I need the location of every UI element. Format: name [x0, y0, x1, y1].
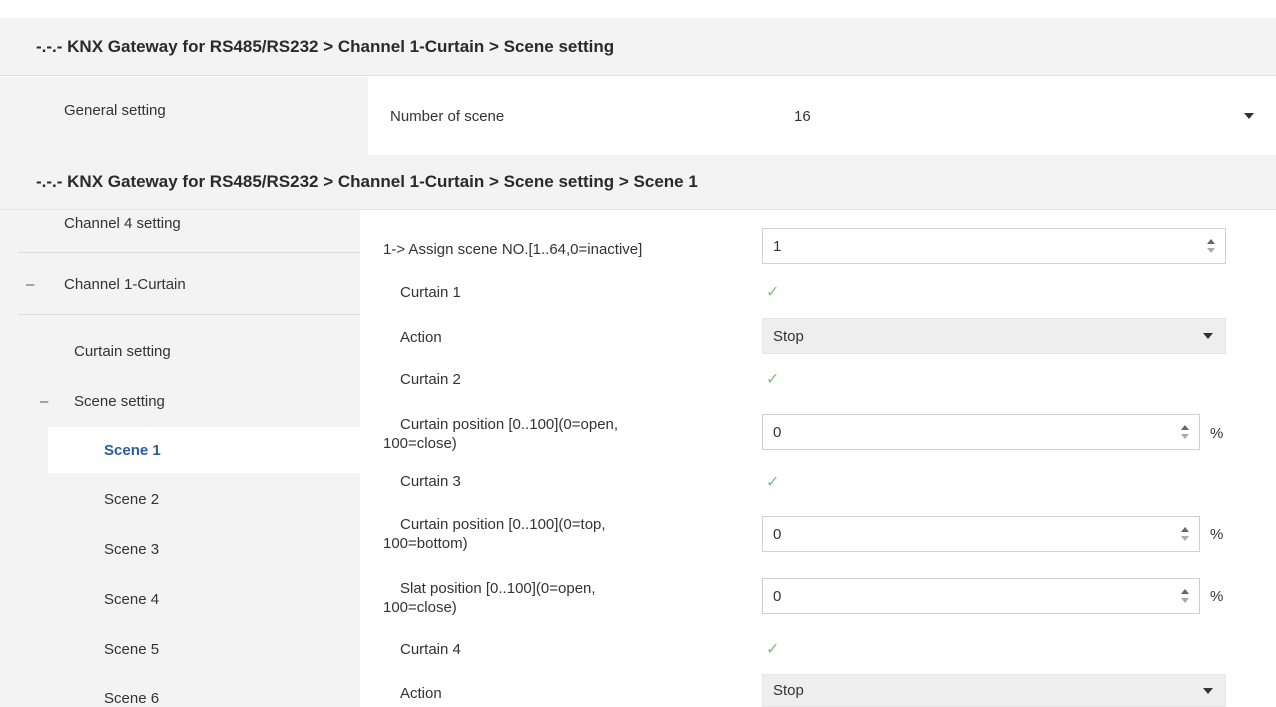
- curtain-4-label: Curtain 4: [400, 641, 461, 658]
- breadcrumb-scene-1: -.-.- KNX Gateway for RS485/RS232 > Chan…: [0, 155, 1276, 210]
- action-4-select[interactable]: Stop: [762, 674, 1226, 707]
- sidebar-item-scene-setting[interactable]: Scene setting: [74, 393, 165, 410]
- number-of-scene-value: 16: [794, 107, 811, 125]
- curtain-2-position-value: 0: [773, 423, 782, 441]
- assign-scene-value: 1: [773, 237, 782, 255]
- sidebar-item-scene-1-selected[interactable]: [48, 427, 360, 473]
- percent-unit: %: [1210, 526, 1224, 543]
- percent-unit: %: [1210, 588, 1224, 605]
- curtain-3-position-value: 0: [773, 525, 782, 543]
- curtain-3-position-label-line2: 100=bottom): [383, 535, 468, 552]
- collapse-icon[interactable]: –: [40, 393, 48, 410]
- sidebar-item-scene-5[interactable]: Scene 5: [104, 641, 159, 658]
- action-1-select[interactable]: Stop: [762, 318, 1226, 354]
- slat-position-value: 0: [773, 587, 782, 605]
- curtain-2-checkbox[interactable]: ✓: [766, 369, 779, 389]
- action-4-label: Action: [400, 685, 442, 702]
- sidebar-item-channel-1-curtain[interactable]: Channel 1-Curtain: [64, 276, 186, 293]
- spinner-icon[interactable]: [1207, 238, 1215, 254]
- curtain-3-label: Curtain 3: [400, 473, 461, 490]
- slat-position-label-line1: Slat position [0..100](0=open,: [400, 580, 596, 597]
- sidebar-item-scene-4[interactable]: Scene 4: [104, 591, 159, 608]
- sidebar-top: [0, 77, 368, 155]
- collapse-icon[interactable]: –: [26, 276, 34, 293]
- sidebar-item-scene-3[interactable]: Scene 3: [104, 541, 159, 558]
- slat-position-spinbox[interactable]: 0: [762, 578, 1200, 614]
- number-of-scene-label: Number of scene: [390, 108, 505, 125]
- sidebar-item-channel-4[interactable]: Channel 4 setting: [64, 215, 181, 232]
- curtain-2-label: Curtain 2: [400, 371, 461, 388]
- sidebar-item-curtain-setting[interactable]: Curtain setting: [74, 343, 171, 360]
- curtain-2-position-spinbox[interactable]: 0: [762, 414, 1200, 450]
- curtain-3-checkbox[interactable]: ✓: [766, 472, 779, 492]
- action-1-label: Action: [400, 329, 442, 346]
- percent-unit: %: [1210, 425, 1224, 442]
- number-of-scene-select[interactable]: 16: [784, 98, 1264, 134]
- sidebar-item-scene-6[interactable]: Scene 6: [104, 690, 159, 707]
- divider: [18, 252, 360, 253]
- slat-position-label-line2: 100=close): [383, 599, 457, 616]
- breadcrumb-text: -.-.- KNX Gateway for RS485/RS232 > Chan…: [36, 172, 698, 191]
- divider: [18, 314, 360, 315]
- chevron-down-icon: [1203, 687, 1213, 694]
- sidebar-item-scene-2[interactable]: Scene 2: [104, 491, 159, 508]
- curtain-3-position-spinbox[interactable]: 0: [762, 516, 1200, 552]
- curtain-2-position-label-line2: 100=close): [383, 435, 457, 452]
- spinner-icon[interactable]: [1181, 424, 1189, 440]
- assign-scene-label: 1-> Assign scene NO.[1..64,0=inactive]: [383, 241, 643, 258]
- curtain-3-position-label-line1: Curtain position [0..100](0=top,: [400, 516, 606, 533]
- breadcrumb-text: -.-.- KNX Gateway for RS485/RS232 > Chan…: [36, 36, 615, 56]
- curtain-1-checkbox[interactable]: ✓: [766, 282, 779, 302]
- chevron-down-icon: [1244, 113, 1254, 119]
- chevron-down-icon: [1203, 333, 1213, 339]
- action-4-value: Stop: [773, 682, 804, 699]
- curtain-1-label: Curtain 1: [400, 284, 461, 301]
- spinner-icon[interactable]: [1181, 526, 1189, 542]
- curtain-4-checkbox[interactable]: ✓: [766, 639, 779, 659]
- action-1-value: Stop: [773, 327, 804, 345]
- breadcrumb-scene-setting: -.-.- KNX Gateway for RS485/RS232 > Chan…: [0, 18, 1276, 76]
- curtain-2-position-label-line1: Curtain position [0..100](0=open,: [400, 416, 619, 433]
- spinner-icon[interactable]: [1181, 588, 1189, 604]
- sidebar-item-scene-1[interactable]: Scene 1: [104, 442, 161, 459]
- assign-scene-spinbox[interactable]: 1: [762, 228, 1226, 264]
- sidebar-item-general-setting[interactable]: General setting: [64, 102, 166, 119]
